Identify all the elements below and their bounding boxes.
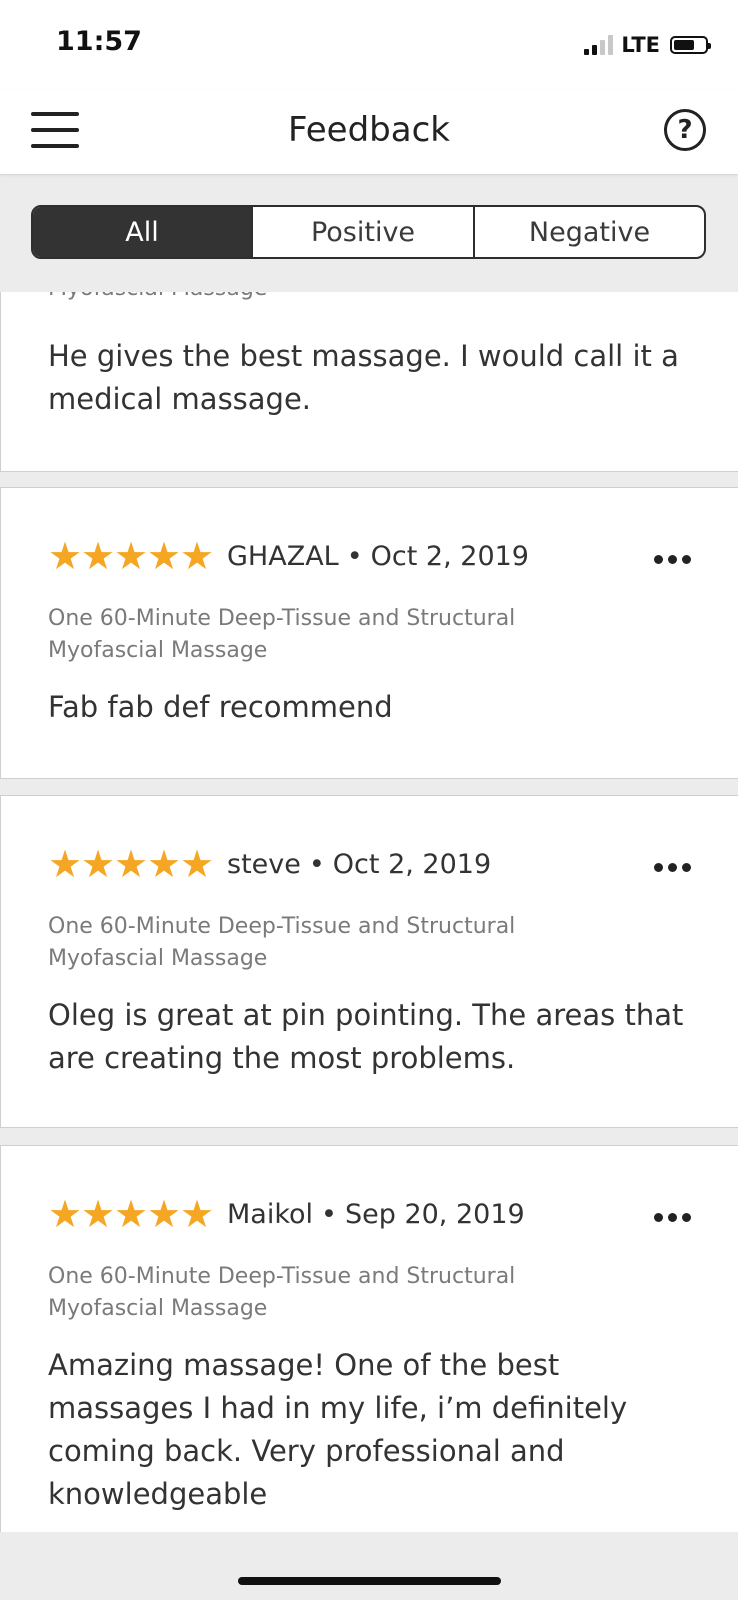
meta-separator: •: [308, 848, 325, 880]
review-text: Oleg is great at pin pointing. The areas…: [48, 998, 684, 1075]
star-icon: ★: [81, 1192, 116, 1236]
review-service: One 60-Minute Deep-Tissue and Structural…: [48, 1264, 516, 1321]
status-indicators: LTE: [584, 33, 711, 57]
signal-strength-icon: [584, 35, 614, 55]
tab-all[interactable]: All: [33, 207, 251, 257]
star-rating: ★ ★ ★ ★ ★: [48, 842, 215, 886]
more-options-icon[interactable]: [654, 863, 691, 872]
more-options-icon[interactable]: [654, 1213, 691, 1222]
review-card: ★ ★ ★ ★ ★ Maikol • Sep 20, 2019 One 60-Minute …: [0, 1145, 738, 1532]
review-date: Oct 2, 2019: [370, 540, 529, 572]
home-area: [0, 1532, 738, 1600]
more-options-icon[interactable]: [654, 555, 691, 564]
nav-bar: Feedback ?: [0, 90, 738, 175]
review-service: One 60-Minute Deep-Tissue and Structural…: [48, 914, 516, 971]
review-header: ★ ★ ★ ★ ★ steve • Oct 2, 2019: [48, 842, 491, 886]
star-icon: ★: [147, 842, 182, 886]
star-icon: ★: [48, 534, 83, 578]
reviewer-name: Maikol: [227, 1198, 314, 1230]
star-rating: ★ ★ ★ ★ ★: [48, 534, 215, 578]
reviewer-meta: GHAZAL • Oct 2, 2019: [227, 541, 529, 572]
star-icon: ★: [48, 1192, 83, 1236]
star-icon: ★: [81, 842, 116, 886]
star-icon: ★: [180, 1192, 215, 1236]
review-card: ★ ★ ★ ★ ★ GHAZAL • Oct 2, 2019 One 60-Minute D…: [0, 487, 738, 779]
meta-separator: •: [346, 540, 363, 572]
help-question-icon[interactable]: ?: [664, 109, 706, 151]
review-list[interactable]: Myofascial Massage He gives the best mas…: [0, 292, 738, 1532]
feedback-filter-segmented-control: All Positive Negative: [31, 205, 706, 259]
meta-separator: •: [321, 1198, 337, 1230]
star-icon: ★: [147, 534, 182, 578]
review-date: Sep 20, 2019: [344, 1198, 525, 1230]
network-type: LTE: [621, 33, 660, 57]
review-text: He gives the best massage. I would call …: [48, 339, 679, 416]
review-text: Fab fab def recommend: [48, 690, 393, 724]
reviewer-name: GHAZAL: [227, 540, 339, 572]
star-icon: ★: [48, 842, 83, 886]
status-bar: 11:57 LTE: [0, 0, 738, 90]
review-header: ★ ★ ★ ★ ★ GHAZAL • Oct 2, 2019: [48, 534, 529, 578]
star-icon: ★: [114, 534, 149, 578]
reviewer-name: steve: [227, 848, 301, 880]
review-service: Myofascial Massage: [48, 292, 568, 305]
star-icon: ★: [114, 1192, 149, 1236]
star-icon: ★: [180, 842, 215, 886]
review-service: One 60-Minute Deep-Tissue and Structural…: [48, 606, 516, 663]
review-card: Myofascial Massage He gives the best mas…: [0, 292, 738, 472]
star-icon: ★: [114, 842, 149, 886]
review-text: Amazing massage! One of the best massage…: [48, 1348, 628, 1511]
star-icon: ★: [81, 534, 116, 578]
tab-positive[interactable]: Positive: [251, 207, 473, 257]
star-icon: ★: [147, 1192, 182, 1236]
review-header: ★ ★ ★ ★ ★ Maikol • Sep 20, 2019: [48, 1192, 525, 1236]
reviewer-meta: steve • Oct 2, 2019: [227, 849, 491, 880]
review-date: Oct 2, 2019: [332, 848, 492, 880]
star-icon: ★: [180, 534, 215, 578]
battery-icon: [670, 36, 711, 54]
home-indicator[interactable]: [238, 1577, 501, 1585]
reviewer-meta: Maikol • Sep 20, 2019: [227, 1199, 525, 1230]
page-title: Feedback: [288, 110, 450, 150]
status-time: 11:57: [56, 26, 142, 57]
review-card: ★ ★ ★ ★ ★ steve • Oct 2, 2019 One 60-Minute De…: [0, 795, 738, 1128]
tab-negative[interactable]: Negative: [473, 207, 704, 257]
star-rating: ★ ★ ★ ★ ★: [48, 1192, 215, 1236]
